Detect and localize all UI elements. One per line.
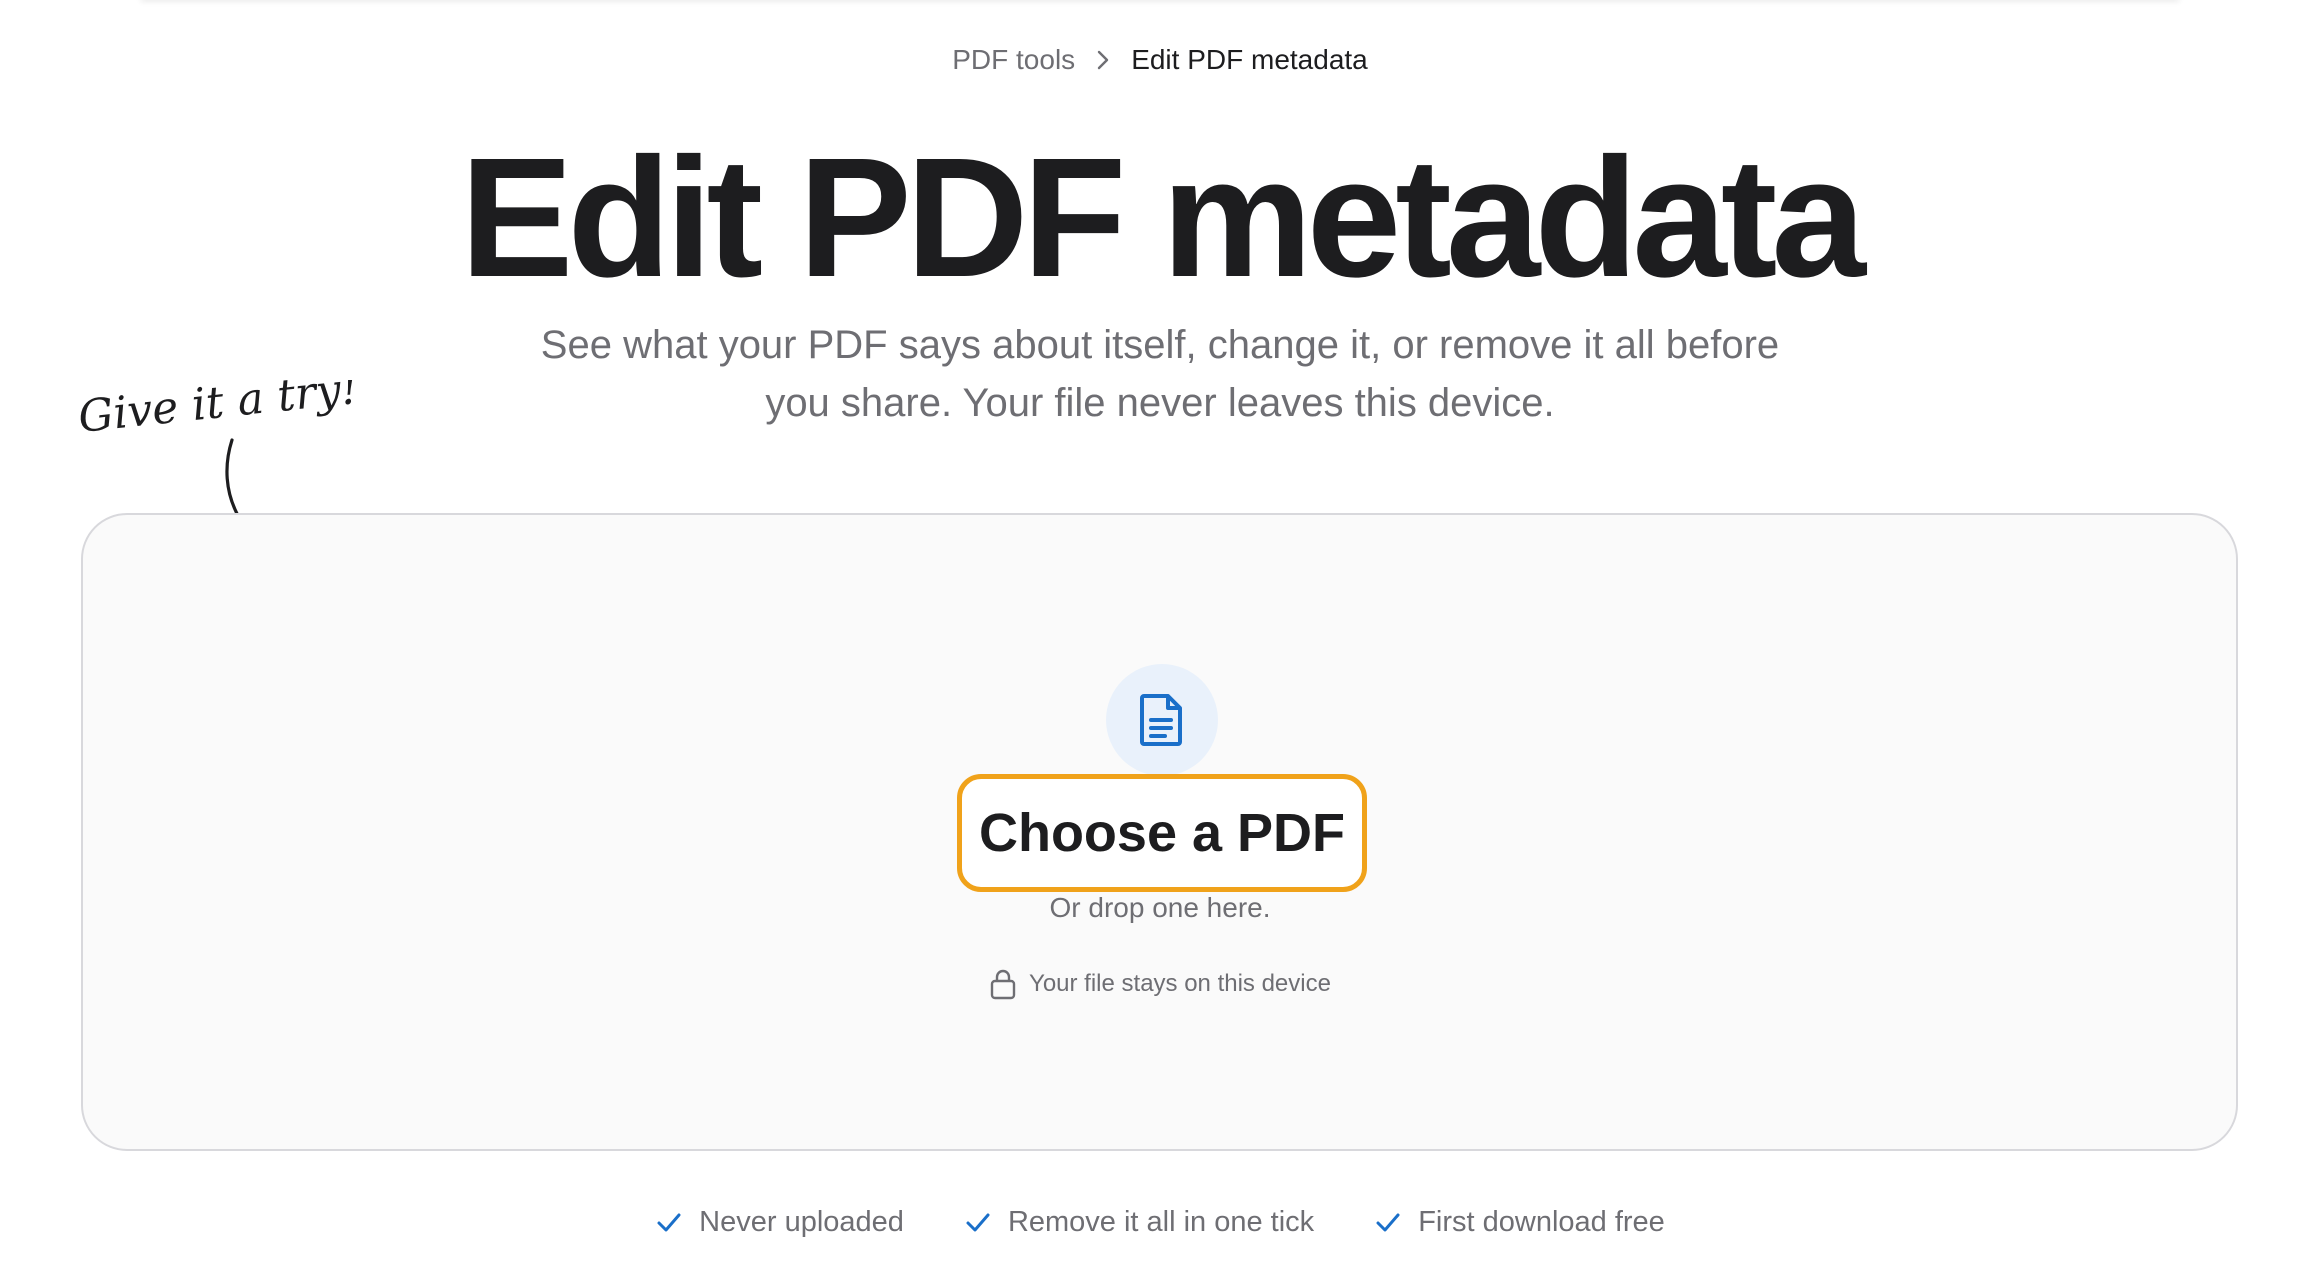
breadcrumb-link-pdf-tools[interactable]: PDF tools [952,40,1075,80]
drop-hint: Or drop one here. [1049,892,1271,923]
feature-label: Never uploaded [699,1206,904,1238]
privacy-text: Your file stays on this device [1029,970,1331,997]
breadcrumb: PDF tools Edit PDF metadata [0,40,2320,80]
chevron-right-icon [1097,50,1109,70]
document-icon [1140,694,1182,746]
document-icon-badge [1106,664,1218,776]
subtitle-line-2: you share. Your file never leaves this d… [765,381,1555,425]
feature-item: First download free [1374,1200,1665,1244]
breadcrumb-current: Edit PDF metadata [1131,44,1368,75]
check-icon [657,1213,681,1232]
feature-label: Remove it all in one tick [1007,1206,1315,1238]
feature-item: Never uploaded [655,1200,904,1244]
callout-text: Give it a try! [76,380,356,443]
page-subtitle: See what your PDF says about itself, cha… [460,316,1860,432]
feature-list: Never uploaded Remove it all in one tick… [0,1200,2320,1244]
privacy-note: Your file stays on this device [0,964,2320,1004]
page-title: Edit PDF metadata [460,123,1866,313]
subtitle-line-1: See what your PDF says about itself, cha… [540,323,1780,367]
lock-icon [990,969,1016,1000]
choose-pdf-button[interactable]: Choose a PDF [957,774,1367,892]
check-icon [1376,1213,1400,1232]
feature-label: First download free [1418,1206,1665,1238]
check-icon [966,1213,990,1232]
feature-item: Remove it all in one tick [964,1200,1314,1244]
